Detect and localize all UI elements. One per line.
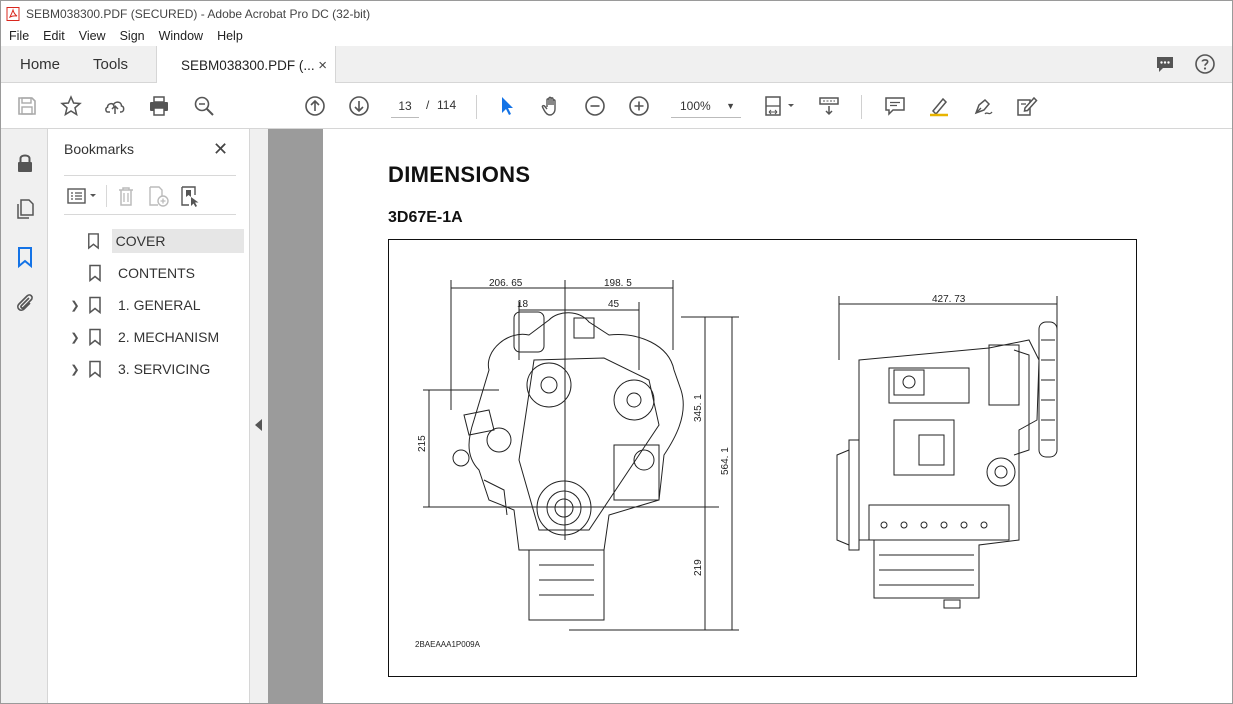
tab-bar-right bbox=[1154, 46, 1232, 82]
scroll-mode-icon[interactable] bbox=[817, 94, 841, 118]
bookmarks-panel: Bookmarks ✕ COVER CONTENTS ❯ 1. GENERAL … bbox=[48, 129, 250, 703]
print-icon[interactable] bbox=[147, 94, 171, 118]
tab-bar: Home Tools SEBM038300.PDF (... × bbox=[1, 46, 1232, 84]
toolbar-divider bbox=[861, 95, 862, 119]
menu-bar: File Edit View Sign Window Help bbox=[1, 26, 1232, 46]
menu-file[interactable]: File bbox=[1, 29, 35, 43]
page-thumbnails-icon[interactable] bbox=[13, 197, 37, 221]
panel-collapse-strip[interactable] bbox=[250, 129, 268, 703]
bookmarks-toolbar bbox=[64, 175, 236, 215]
bookmark-from-selection-icon[interactable] bbox=[178, 184, 202, 208]
star-icon[interactable] bbox=[59, 94, 83, 118]
tab-document[interactable]: SEBM038300.PDF (... × bbox=[156, 46, 337, 84]
tab-document-label: SEBM038300.PDF (... bbox=[181, 57, 315, 73]
main-toolbar: 13 / 114 100% ▼ bbox=[1, 83, 1232, 129]
add-comment-icon[interactable] bbox=[883, 94, 907, 118]
zoom-out-icon[interactable] bbox=[583, 94, 607, 118]
tab-close-icon[interactable]: × bbox=[318, 57, 327, 74]
bookmark-flag-icon bbox=[89, 296, 101, 314]
pdf-app-icon bbox=[6, 6, 20, 21]
previous-page-icon[interactable] bbox=[303, 94, 327, 118]
bookmark-item-cover[interactable]: COVER bbox=[64, 225, 244, 257]
expand-chevron-icon[interactable]: ❯ bbox=[64, 363, 86, 376]
tab-home[interactable]: Home bbox=[1, 46, 77, 82]
zoom-in-icon[interactable] bbox=[627, 94, 651, 118]
figure-code: 2BAEAAA1P009A bbox=[415, 640, 480, 649]
help-icon[interactable] bbox=[1194, 53, 1216, 75]
left-rail bbox=[1, 129, 48, 703]
toolbar-divider bbox=[476, 95, 477, 119]
menu-help[interactable]: Help bbox=[209, 29, 249, 43]
comment-bubble-icon[interactable] bbox=[1154, 53, 1176, 75]
bookmark-flag-icon bbox=[89, 264, 101, 282]
bookmark-label: 2. MECHANISM bbox=[118, 329, 220, 345]
page-number-input[interactable]: 13 bbox=[391, 94, 419, 118]
bookmarks-close-icon[interactable]: ✕ bbox=[213, 139, 228, 160]
bookmark-label: 1. GENERAL bbox=[118, 297, 201, 313]
menu-sign[interactable]: Sign bbox=[112, 29, 151, 43]
save-icon[interactable] bbox=[15, 94, 39, 118]
acrobat-window: SEBM038300.PDF (SECURED) - Adobe Acrobat… bbox=[0, 0, 1233, 704]
lock-icon[interactable] bbox=[13, 151, 37, 175]
bookmark-item-mechanism[interactable]: ❯ 2. MECHANISM bbox=[64, 321, 244, 353]
engine-side-view bbox=[836, 296, 1058, 609]
menu-edit[interactable]: Edit bbox=[35, 29, 71, 43]
bookmark-item-servicing[interactable]: ❯ 3. SERVICING bbox=[64, 353, 244, 385]
pdf-page: DIMENSIONS 3D67E-1A 206. 65 198. 5 18 45… bbox=[323, 129, 1232, 703]
bookmarks-list: COVER CONTENTS ❯ 1. GENERAL ❯ 2. MECHANI… bbox=[64, 225, 244, 385]
page-fit-icon[interactable] bbox=[763, 94, 797, 118]
tab-tools[interactable]: Tools bbox=[77, 46, 156, 82]
dim-219: 219 bbox=[693, 559, 704, 576]
zoom-dropdown-caret-icon: ▼ bbox=[726, 101, 735, 111]
bookmark-flag-icon bbox=[87, 233, 99, 250]
new-bookmark-icon[interactable] bbox=[146, 184, 170, 208]
bookmark-options-icon[interactable] bbox=[66, 184, 100, 208]
hand-tool-icon[interactable] bbox=[539, 94, 563, 118]
page-subheading: 3D67E-1A bbox=[388, 209, 463, 226]
upload-cloud-icon[interactable] bbox=[103, 94, 127, 118]
bookmarks-panel-icon[interactable] bbox=[13, 245, 37, 269]
expand-chevron-icon[interactable]: ❯ bbox=[64, 331, 86, 344]
attachments-paperclip-icon[interactable] bbox=[13, 291, 37, 315]
delete-bookmark-icon[interactable] bbox=[114, 184, 138, 208]
document-view[interactable]: DIMENSIONS 3D67E-1A 206. 65 198. 5 18 45… bbox=[268, 129, 1232, 703]
dim-206-65: 206. 65 bbox=[489, 278, 523, 289]
expand-chevron-icon[interactable]: ❯ bbox=[64, 299, 86, 312]
bookmark-label: CONTENTS bbox=[118, 265, 195, 281]
menu-window[interactable]: Window bbox=[151, 29, 209, 43]
zoom-level-value: 100% bbox=[680, 99, 711, 113]
bookmarks-toolbar-divider bbox=[106, 185, 107, 207]
dim-45: 45 bbox=[608, 299, 620, 310]
page-total: 114 bbox=[437, 98, 457, 112]
engine-drawing: 206. 65 198. 5 18 45 215 345. 1 564. 1 2… bbox=[417, 278, 1058, 631]
fill-sign-icon[interactable] bbox=[1015, 94, 1039, 118]
bookmark-flag-icon bbox=[89, 360, 101, 378]
dim-564-1: 564. 1 bbox=[720, 447, 731, 475]
bookmark-flag-icon bbox=[89, 328, 101, 346]
page-heading: DIMENSIONS bbox=[388, 162, 531, 187]
highlight-pen-icon[interactable] bbox=[927, 94, 951, 118]
engine-front-view bbox=[423, 280, 739, 631]
zoom-search-icon[interactable] bbox=[192, 94, 216, 118]
window-title: SEBM038300.PDF (SECURED) - Adobe Acrobat… bbox=[26, 6, 371, 21]
collapse-panel-arrow-icon[interactable] bbox=[255, 419, 262, 431]
dim-345-1: 345. 1 bbox=[693, 394, 704, 422]
dim-18: 18 bbox=[517, 299, 529, 310]
dim-198-5: 198. 5 bbox=[604, 278, 632, 289]
dim-427-73: 427. 73 bbox=[932, 294, 966, 305]
zoom-level-select[interactable]: 100% ▼ bbox=[671, 94, 741, 118]
title-bar: SEBM038300.PDF (SECURED) - Adobe Acrobat… bbox=[1, 1, 1232, 26]
menu-view[interactable]: View bbox=[71, 29, 112, 43]
bookmark-label: COVER bbox=[111, 229, 244, 253]
bookmark-item-general[interactable]: ❯ 1. GENERAL bbox=[64, 289, 244, 321]
bookmark-label: 3. SERVICING bbox=[118, 361, 211, 377]
engine-dimensions-figure: 206. 65 198. 5 18 45 215 345. 1 564. 1 2… bbox=[388, 239, 1137, 677]
page-separator: / bbox=[426, 98, 430, 112]
bookmarks-title: Bookmarks bbox=[64, 141, 135, 157]
draw-pen-icon[interactable] bbox=[971, 94, 995, 118]
select-cursor-icon[interactable] bbox=[495, 94, 519, 118]
next-page-icon[interactable] bbox=[347, 94, 371, 118]
bookmark-item-contents[interactable]: CONTENTS bbox=[64, 257, 244, 289]
dim-215: 215 bbox=[417, 435, 428, 452]
